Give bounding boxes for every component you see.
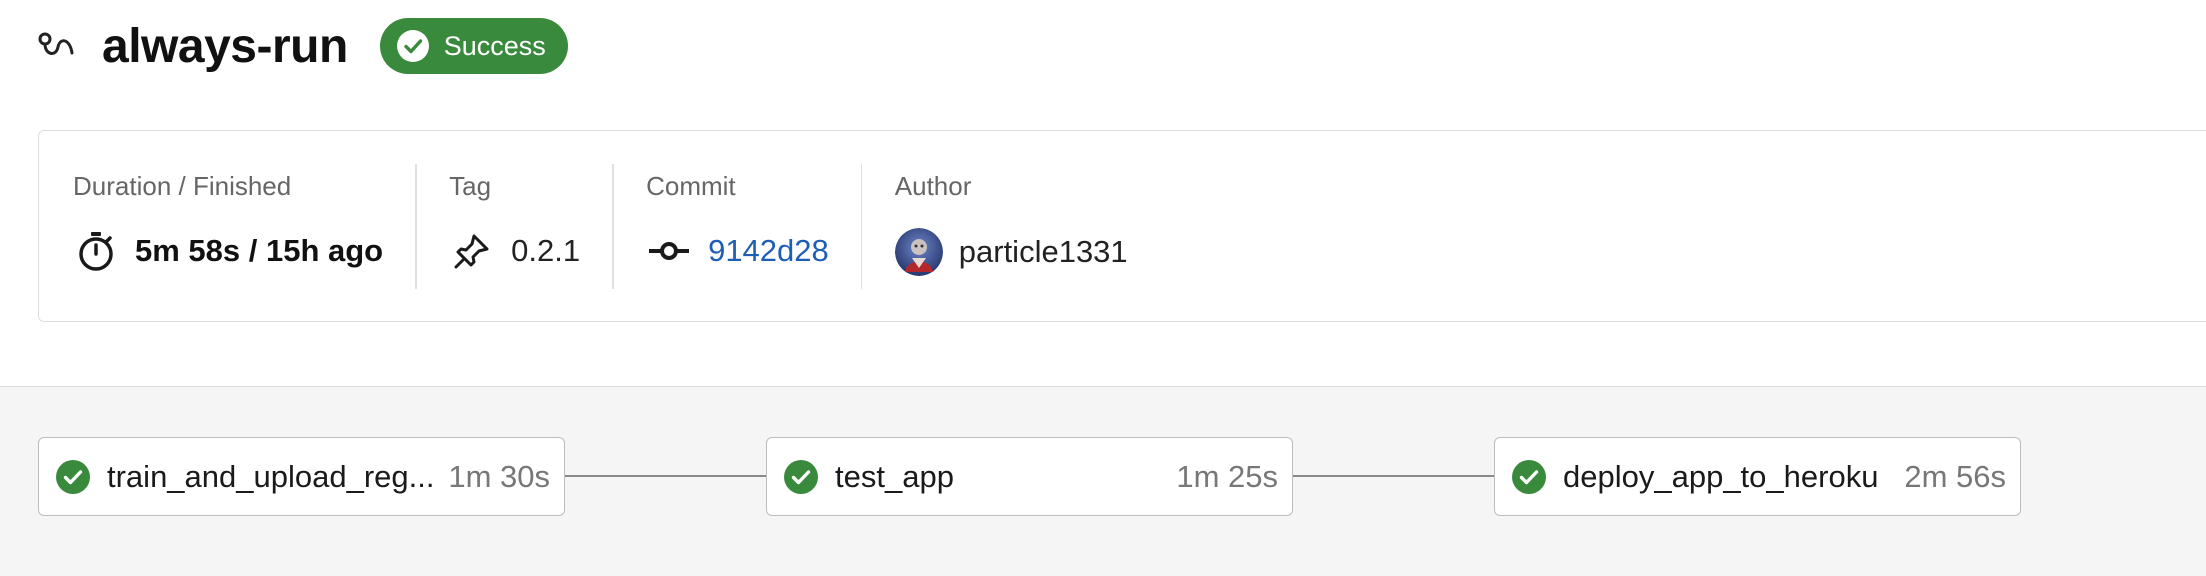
success-icon <box>1511 459 1547 495</box>
workflow-icon <box>36 23 82 69</box>
job-name: test_app <box>835 458 954 494</box>
tag-label: Tag <box>449 171 492 201</box>
job-duration: 1m 30s <box>448 458 550 494</box>
commit-link[interactable]: 9142d28 <box>708 233 829 269</box>
workflow-title: always-run <box>102 19 348 73</box>
author-section: Author particle1331 <box>860 131 1160 321</box>
job-deploy-app-to-heroku[interactable]: deploy_app_to_heroku 2m 56s <box>1494 437 2021 516</box>
job-duration: 2m 56s <box>1904 458 2006 494</box>
success-icon <box>55 459 91 495</box>
duration-label: Duration / Finished <box>73 171 292 201</box>
job-name: deploy_app_to_heroku <box>1563 458 1879 494</box>
commit-icon <box>646 228 692 274</box>
workflow-header: always-run Success <box>36 14 568 78</box>
tag-value: 0.2.1 <box>511 233 581 268</box>
workflow-summary-card: Duration / Finished 5m 58s / 15h ago Tag <box>38 130 2206 322</box>
job-train-and-upload[interactable]: train_and_upload_reg... 1m 30s <box>38 437 565 516</box>
duration-value: 5m 58s / 15h ago <box>135 233 384 268</box>
pipeline-connector <box>1292 475 1496 477</box>
tag-section: Tag 0.2.1 <box>415 131 612 321</box>
author-name[interactable]: particle1331 <box>959 234 1128 270</box>
check-circle-icon <box>396 29 430 63</box>
commit-section: Commit 9142d28 <box>612 131 861 321</box>
tag-pin-icon <box>449 228 495 274</box>
status-badge: Success <box>379 18 568 74</box>
duration-section: Duration / Finished 5m 58s / 15h ago <box>39 131 415 321</box>
author-label: Author <box>894 171 972 201</box>
author-avatar[interactable] <box>894 228 943 276</box>
pipeline-connector <box>564 475 768 477</box>
commit-label: Commit <box>646 171 736 201</box>
success-icon <box>783 459 819 495</box>
job-test-app[interactable]: test_app 1m 25s <box>766 437 1293 516</box>
job-name: train_and_upload_reg... <box>107 458 435 494</box>
stopwatch-icon <box>73 228 119 274</box>
job-duration: 1m 25s <box>1176 458 1278 494</box>
status-label: Success <box>443 30 546 61</box>
